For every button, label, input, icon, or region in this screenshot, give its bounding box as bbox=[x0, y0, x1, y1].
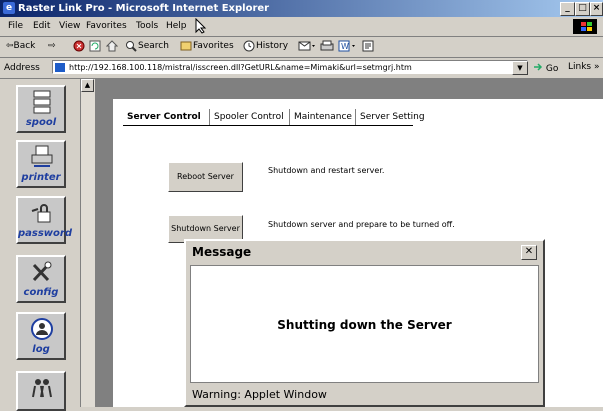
sidebar-item-label: log bbox=[32, 344, 50, 355]
favorites-button[interactable]: Favorites bbox=[193, 41, 234, 51]
maximize-button[interactable]: □ bbox=[575, 2, 590, 16]
home-icon[interactable] bbox=[106, 40, 118, 52]
svg-text:W: W bbox=[341, 42, 349, 51]
menu-favorites[interactable]: Favorites bbox=[86, 21, 127, 31]
stop-icon[interactable] bbox=[73, 40, 85, 52]
log-icon bbox=[31, 318, 53, 340]
go-label: Go bbox=[545, 64, 559, 74]
mail-icon[interactable] bbox=[298, 40, 316, 52]
message-dialog: Message ✕ Shutting down the Server Warni… bbox=[184, 239, 545, 407]
sidebar-item-label: config bbox=[23, 287, 59, 298]
ie-logo-icon: e bbox=[3, 2, 15, 14]
tab-server-setting[interactable]: Server Setting bbox=[355, 109, 429, 125]
menu-bar: File Edit View Favorites Tools Help bbox=[0, 17, 603, 37]
page-icon bbox=[55, 63, 65, 72]
print-icon[interactable] bbox=[320, 40, 334, 52]
links-button[interactable]: Links » bbox=[568, 62, 600, 72]
dialog-close-button[interactable]: ✕ bbox=[521, 245, 537, 260]
sidebar-item-password[interactable]: password bbox=[16, 196, 73, 244]
standard-toolbar: ⇦Back ⇨ Search Favorites History W bbox=[0, 37, 603, 58]
scroll-up-icon[interactable]: ▲ bbox=[81, 79, 94, 92]
tab-spooler-control[interactable]: Spooler Control bbox=[209, 109, 288, 125]
history-button[interactable]: History bbox=[256, 41, 288, 51]
window-title: Raster Link Pro - Microsoft Internet Exp… bbox=[18, 3, 270, 14]
shutdown-description: Shutdown server and prepare to be turned… bbox=[268, 220, 455, 229]
windows-logo-icon bbox=[573, 19, 597, 34]
reboot-description: Shutdown and restart server. bbox=[268, 166, 385, 175]
refresh-icon[interactable] bbox=[89, 40, 101, 52]
menu-edit[interactable]: Edit bbox=[33, 21, 50, 31]
close-window-button[interactable]: × bbox=[590, 2, 603, 16]
sidebar-item-users[interactable] bbox=[16, 371, 66, 411]
password-icon bbox=[31, 204, 51, 223]
go-arrow-icon bbox=[534, 63, 543, 71]
discuss-icon[interactable] bbox=[362, 40, 374, 52]
dialog-message: Shutting down the Server bbox=[277, 318, 452, 332]
applet-warning: Warning: Applet Window bbox=[190, 386, 539, 403]
printer-icon bbox=[31, 145, 53, 167]
tab-maintenance[interactable]: Maintenance bbox=[289, 109, 356, 125]
links-label: Links bbox=[568, 62, 592, 72]
sidebar-item-log[interactable]: log bbox=[16, 312, 66, 360]
go-button[interactable]: Go bbox=[533, 62, 558, 74]
config-icon bbox=[32, 261, 52, 282]
users-icon bbox=[32, 379, 52, 398]
spool-icon bbox=[33, 90, 51, 114]
back-button[interactable]: ⇦Back bbox=[6, 41, 35, 51]
sidebar-item-label: password bbox=[18, 228, 73, 239]
search-button[interactable]: Search bbox=[138, 41, 169, 51]
address-label: Address bbox=[4, 63, 40, 73]
edit-icon[interactable]: W bbox=[338, 40, 358, 52]
address-dropdown-button[interactable]: ▼ bbox=[512, 61, 528, 75]
sidebar-item-config[interactable]: config bbox=[16, 255, 66, 303]
sidebar-scrollbar[interactable]: ▲ bbox=[80, 79, 95, 407]
tab-server-control[interactable]: Server Control bbox=[123, 109, 205, 125]
menu-view[interactable]: View bbox=[59, 21, 80, 31]
window-titlebar: e Raster Link Pro - Microsoft Internet E… bbox=[0, 0, 603, 17]
address-input[interactable]: http://192.168.100.118/mistral/isscreen.… bbox=[52, 60, 528, 74]
forward-button[interactable]: ⇨ bbox=[48, 41, 56, 51]
minimize-button[interactable]: _ bbox=[560, 2, 575, 16]
sidebar-item-spool[interactable]: spool bbox=[16, 85, 66, 133]
more-chevron-icon: » bbox=[594, 62, 600, 72]
sidebar-item-printer[interactable]: printer bbox=[16, 140, 66, 188]
dialog-title: Message bbox=[192, 245, 252, 259]
favorites-icon[interactable] bbox=[180, 40, 192, 52]
sidebar-item-label: printer bbox=[21, 172, 61, 183]
menu-tools[interactable]: Tools bbox=[136, 21, 158, 31]
address-url: http://192.168.100.118/mistral/isscreen.… bbox=[69, 63, 412, 72]
history-icon[interactable] bbox=[243, 40, 255, 52]
dialog-body: Shutting down the Server bbox=[190, 265, 539, 383]
tab-underline bbox=[123, 125, 413, 126]
dialog-titlebar: Message ✕ bbox=[188, 243, 541, 261]
sidebar-nav: spool printer password config log bbox=[0, 79, 80, 411]
reboot-server-button[interactable]: Reboot Server bbox=[168, 162, 243, 192]
sidebar-item-label: spool bbox=[25, 117, 57, 128]
search-icon[interactable] bbox=[125, 40, 137, 52]
mouse-cursor-icon bbox=[195, 18, 207, 34]
address-bar: Address http://192.168.100.118/mistral/i… bbox=[0, 58, 603, 79]
menu-file[interactable]: File bbox=[8, 21, 23, 31]
menu-help[interactable]: Help bbox=[166, 21, 187, 31]
